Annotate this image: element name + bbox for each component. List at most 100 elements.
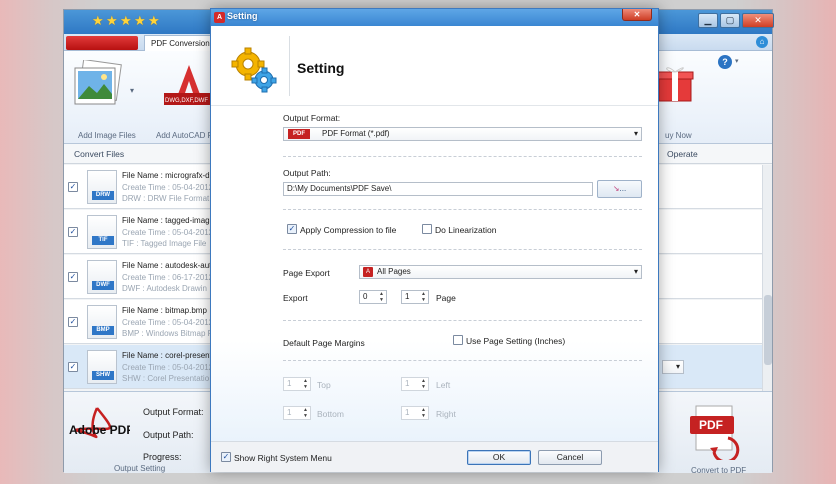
show-right-menu-label: Show Right System Menu <box>234 453 332 463</box>
checkmark-icon: ✓ <box>69 317 77 326</box>
section-divider <box>283 249 642 250</box>
page-export-select[interactable]: A All Pages ▾ <box>359 265 642 279</box>
maximize-button[interactable]: ▢ <box>720 13 740 28</box>
operate-header: Operate <box>667 149 698 159</box>
use-page-setting-label: Use Page Setting (Inches) <box>466 336 566 346</box>
output-format-label: Output Format: <box>283 113 341 123</box>
output-format-label: Output Format: <box>143 407 204 417</box>
output-format-value: PDF Format (*.pdf) <box>322 129 390 138</box>
file-type-desc: DWF : Autodesk Drawin <box>122 284 207 293</box>
checkmark-icon: ✓ <box>69 227 77 236</box>
spinner-arrows-icon[interactable]: ▲ ▼ <box>420 407 427 419</box>
do-linearization-label: Do Linearization <box>435 225 497 235</box>
spinner-arrows-icon[interactable]: ▲ ▼ <box>302 378 309 390</box>
file-name: File Name : autodesk-auto <box>122 261 216 270</box>
pdf-icon: PDF <box>288 129 310 139</box>
file-type-tag: SHW <box>92 371 114 380</box>
export-to-spinner[interactable]: 1 ▲ ▼ <box>401 290 429 304</box>
margin-right-spinner[interactable]: 1 ▲ ▼ <box>401 406 429 420</box>
pdf-icon: A <box>363 267 373 277</box>
output-path-field[interactable]: D:\My Documents\PDF Save\ <box>283 182 593 196</box>
help-icon[interactable]: ? <box>718 55 732 69</box>
file-type-icon: DRW <box>87 170 117 204</box>
ok-button[interactable]: OK <box>467 450 531 465</box>
convert-to-pdf-button[interactable]: PDF <box>684 400 746 460</box>
star-icon: ★ <box>120 13 132 28</box>
gift-icon[interactable] <box>656 63 694 103</box>
pdf-app-icon: A <box>214 12 225 23</box>
dialog-titlebar: A Setting ✕ <box>211 9 658 26</box>
browse-button[interactable]: ↘... <box>597 180 642 198</box>
export-to-value: 1 <box>405 292 410 301</box>
file-type-icon: TIF <box>87 215 117 249</box>
dialog-footer: ✓ Show Right System Menu OK Cancel <box>211 441 658 472</box>
home-icon[interactable]: ⌂ <box>756 36 768 48</box>
file-name: File Name : tagged-image <box>122 216 215 225</box>
star-icon: ★ <box>106 13 118 28</box>
export-from-spinner[interactable]: 0 ▲ ▼ <box>359 290 387 304</box>
margin-left-label: Left <box>436 380 451 390</box>
spinner-arrows-icon[interactable]: ▲ ▼ <box>420 291 427 303</box>
autocad-badge-label: DWG,DXF,DWF <box>165 98 208 104</box>
progress-label: Progress: <box>143 452 182 462</box>
star-icon: ★ <box>92 13 104 28</box>
file-type-desc: SHW : Corel Presentatio <box>122 374 210 383</box>
adobe-pdf-logo: Adobe PDF <box>69 407 130 439</box>
browse-label: ... <box>619 184 627 193</box>
row-checkbox[interactable]: ✓ <box>68 227 78 237</box>
row-checkbox[interactable]: ✓ <box>68 362 78 372</box>
show-right-menu-checkbox[interactable]: ✓ <box>221 452 231 462</box>
chevron-down-icon: ▾ <box>675 362 680 371</box>
file-type-desc: BMP : Windows Bitmap F <box>122 329 213 338</box>
use-page-setting-checkbox[interactable] <box>453 335 463 345</box>
folder-icon: ↘ <box>612 184 620 193</box>
convert-files-header: Convert Files <box>74 149 125 159</box>
row-checkbox[interactable]: ✓ <box>68 317 78 327</box>
star-icon: ★ <box>134 13 146 28</box>
tab-pdf-conversion[interactable]: PDF Conversion <box>144 35 217 51</box>
file-type-icon: BMP <box>87 305 117 339</box>
add-image-files-label: Add Image Files <box>78 131 136 140</box>
spinner-arrows-icon[interactable]: ▲ ▼ <box>420 378 427 390</box>
file-type-tag: BMP <box>92 326 114 335</box>
file-name: File Name : corel-present <box>122 351 212 360</box>
row-checkbox[interactable]: ✓ <box>68 182 78 192</box>
file-type-tag: DRW <box>92 191 114 200</box>
dialog-header: Setting <box>211 26 658 106</box>
margin-top-label: Top <box>317 380 331 390</box>
export-label: Export <box>283 293 308 303</box>
margin-left-spinner[interactable]: 1 ▲ ▼ <box>401 377 429 391</box>
quick-access-toolbar[interactable] <box>66 36 138 50</box>
scroll-thumb[interactable] <box>764 295 772 365</box>
help-dropdown-icon[interactable]: ▾ <box>735 57 739 65</box>
header-separator <box>289 36 290 96</box>
row-checkbox[interactable]: ✓ <box>68 272 78 282</box>
margin-top-spinner[interactable]: 1 ▲ ▼ <box>283 377 311 391</box>
list-scrollbar[interactable] <box>762 165 772 391</box>
setting-dialog: A Setting ✕ Setting Output Format: PDF P… <box>210 8 659 472</box>
chevron-down-icon: ▾ <box>633 129 638 138</box>
default-page-margins-label: Default Page Margins <box>283 338 365 348</box>
add-image-files-icon[interactable] <box>71 60 125 110</box>
pdf-word: PDF <box>699 418 723 432</box>
row-operate-dropdown[interactable]: ▾ <box>662 360 684 374</box>
apply-compression-checkbox[interactable]: ✓ <box>287 224 297 234</box>
output-format-select[interactable]: PDF PDF Format (*.pdf) ▾ <box>283 127 642 141</box>
app-close-button[interactable]: ✕ <box>742 13 774 28</box>
file-create-time: Create Time : 05-04-2012 <box>122 363 214 372</box>
minimize-button[interactable]: ▁ <box>698 13 718 28</box>
file-create-time: Create Time : 05-04-2012 <box>122 318 214 327</box>
margin-bottom-spinner[interactable]: 1 ▲ ▼ <box>283 406 311 420</box>
close-icon[interactable]: ✕ <box>622 9 652 21</box>
dropdown-arrow-icon[interactable]: ▾ <box>130 86 134 95</box>
file-type-desc: DRW : DRW File Format <box>122 194 210 203</box>
page-export-value: All Pages <box>377 267 411 276</box>
checkmark-icon: ✓ <box>69 272 77 281</box>
cancel-button[interactable]: Cancel <box>538 450 602 465</box>
spinner-arrows-icon[interactable]: ▲ ▼ <box>378 291 385 303</box>
spinner-arrows-icon[interactable]: ▲ ▼ <box>302 407 309 419</box>
dialog-body: Output Format: PDF PDF Format (*.pdf) ▾ … <box>211 106 658 441</box>
output-path-label: Output Path: <box>283 168 331 178</box>
do-linearization-checkbox[interactable] <box>422 224 432 234</box>
gear-icon <box>231 47 277 93</box>
